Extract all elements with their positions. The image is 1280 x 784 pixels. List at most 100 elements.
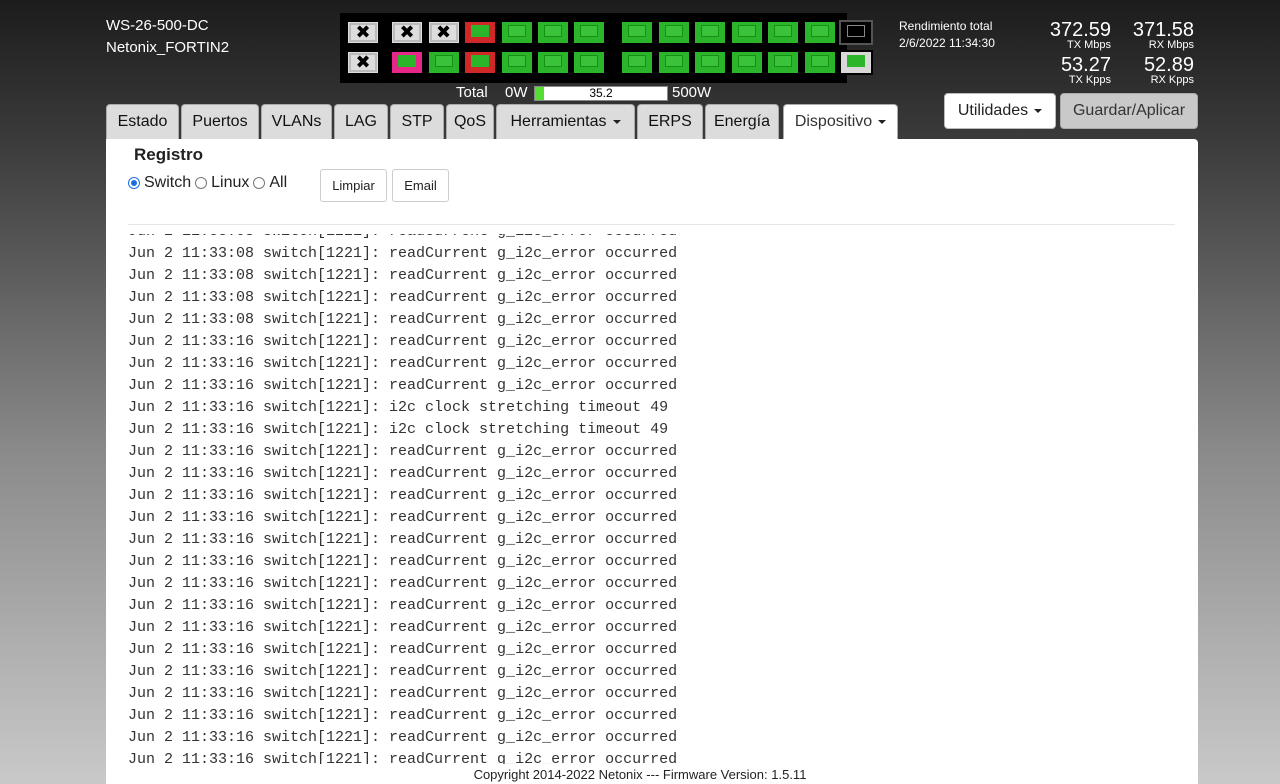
port-top-6[interactable] [536, 20, 570, 45]
port-top-9[interactable] [656, 20, 691, 45]
port-bottom-6[interactable] [536, 50, 570, 75]
tab-dispositivo[interactable]: Dispositivo [783, 104, 898, 140]
port-disabled-icon: ✖ [399, 22, 415, 43]
port-top-7[interactable] [572, 20, 606, 45]
radio-linux-label[interactable]: Linux [211, 174, 249, 192]
email-button[interactable]: Email [392, 169, 449, 202]
tab-puertos[interactable]: Puertos [181, 104, 259, 139]
port-disabled-icon: ✖ [355, 22, 371, 43]
log-line: Jun 2 11:33:16 switch[1221]: readCurrent… [128, 685, 678, 702]
log-line: Jun 2 11:33:16 switch[1221]: readCurrent… [128, 443, 678, 460]
port-bottom-3[interactable] [426, 50, 461, 75]
chevron-down-icon [1034, 108, 1043, 113]
log-source-radios: Switch Linux All [128, 174, 291, 192]
radio-linux[interactable] [195, 177, 208, 189]
power-total-label: Total [456, 84, 488, 101]
port-top-10[interactable] [693, 20, 727, 45]
port-bottom-9[interactable] [656, 50, 691, 75]
log-line: Jun 2 11:33:08 switch[1221]: readCurrent… [128, 234, 677, 243]
divider [128, 224, 1175, 225]
log-line: Jun 2 11:33:16 switch[1221]: readCurrent… [128, 487, 678, 504]
tx-mbps-value: 372.59 [1049, 19, 1111, 41]
log-lines: Jun 2 11:33:08 switch[1221]: readCurrent… [128, 234, 677, 764]
port-bottom-14[interactable] [839, 50, 873, 75]
log-line: Jun 2 11:33:16 switch[1221]: readCurrent… [128, 729, 678, 746]
port-bottom-7[interactable] [572, 50, 606, 75]
port-bottom-4[interactable] [463, 50, 497, 75]
rx-kpps-stat: 52.89 RX Kpps [1114, 55, 1194, 86]
clear-button[interactable]: Limpiar [320, 169, 387, 202]
radio-switch-label[interactable]: Switch [144, 174, 191, 192]
port-panel: ✖ ✖ ✖ ✖ [340, 13, 873, 83]
port-top-2[interactable]: ✖ [390, 20, 424, 45]
port-bottom-2[interactable] [390, 50, 424, 75]
device-info: WS-26-500-DC Netonix_FORTIN2 [106, 15, 229, 59]
port-bottom-13[interactable] [802, 50, 837, 75]
port-top-1[interactable]: ✖ [346, 20, 380, 45]
port-bottom-8[interactable] [620, 50, 654, 75]
tab-energia[interactable]: Energía [705, 104, 779, 139]
port-top-3[interactable]: ✖ [426, 20, 461, 45]
port-bottom-1[interactable]: ✖ [346, 50, 380, 75]
log-line: Jun 2 11:33:16 switch[1221]: readCurrent… [128, 377, 678, 394]
tab-stp[interactable]: STP [390, 104, 444, 139]
log-line: Jun 2 11:33:16 switch[1221]: readCurrent… [128, 597, 678, 614]
utilities-dropdown[interactable]: Utilidades [944, 93, 1056, 129]
utilities-label: Utilidades [957, 102, 1029, 119]
port-bottom-10[interactable] [693, 50, 727, 75]
log-line: Jun 2 11:33:16 switch[1221]: readCurrent… [128, 663, 678, 680]
tab-herramientas[interactable]: Herramientas [496, 104, 635, 139]
log-line: Jun 2 11:33:16 switch[1221]: readCurrent… [128, 641, 678, 658]
log-line: Jun 2 11:33:16 switch[1221]: readCurrent… [128, 531, 678, 548]
tab-lag[interactable]: LAG [334, 104, 388, 139]
port-top-5[interactable] [499, 20, 534, 45]
port-top-8[interactable] [620, 20, 654, 45]
radio-switch[interactable] [128, 177, 140, 189]
rx-mbps-unit: RX Mbps [1148, 39, 1194, 51]
tab-erps[interactable]: ERPS [637, 104, 703, 139]
radio-all-label[interactable]: All [269, 174, 287, 192]
tx-kpps-unit: TX Kpps [1068, 74, 1111, 86]
port-top-11[interactable] [729, 20, 764, 45]
tx-mbps-unit: TX Mbps [1066, 39, 1111, 51]
save-apply-button[interactable]: Guardar/Aplicar [1060, 93, 1198, 129]
log-line: Jun 2 11:33:08 switch[1221]: readCurrent… [128, 289, 678, 306]
log-line: Jun 2 11:33:16 switch[1221]: readCurrent… [128, 333, 678, 350]
port-top-14[interactable] [839, 20, 873, 45]
log-output[interactable]: Jun 2 11:33:08 switch[1221]: readCurrent… [128, 234, 1178, 764]
rx-kpps-unit: RX Kpps [1150, 74, 1194, 86]
tab-vlans[interactable]: VLANs [261, 104, 332, 139]
port-top-4[interactable] [463, 20, 497, 45]
chevron-down-icon [612, 119, 621, 124]
tab-herramientas-label: Herramientas [510, 113, 607, 130]
log-line: Jun 2 11:33:08 switch[1221]: readCurrent… [128, 245, 678, 262]
radio-all[interactable] [253, 177, 266, 189]
tx-kpps-stat: 53.27 TX Kpps [1031, 55, 1111, 86]
tx-kpps-value: 53.27 [1060, 54, 1111, 76]
power-bar: 35.2 [534, 86, 668, 101]
log-title: Registro [134, 145, 203, 164]
port-top-12[interactable] [766, 20, 800, 45]
log-line: Jun 2 11:33:08 switch[1221]: readCurrent… [128, 311, 678, 328]
port-bottom-12[interactable] [766, 50, 800, 75]
port-disabled-icon: ✖ [435, 22, 452, 43]
power-min-label: 0W [505, 84, 528, 101]
tab-estado[interactable]: Estado [106, 104, 179, 139]
device-model: WS-26-500-DC [106, 17, 209, 34]
log-line: Jun 2 11:33:16 switch[1221]: readCurrent… [128, 553, 678, 570]
port-bottom-5[interactable] [499, 50, 534, 75]
log-line: Jun 2 11:33:08 switch[1221]: readCurrent… [128, 267, 678, 284]
log-line: Jun 2 11:33:16 switch[1221]: readCurrent… [128, 355, 678, 372]
tab-qos[interactable]: QoS [446, 104, 494, 139]
port-bottom-11[interactable] [729, 50, 764, 75]
log-line: Jun 2 11:33:16 switch[1221]: readCurrent… [128, 509, 678, 526]
log-line: Jun 2 11:33:16 switch[1221]: readCurrent… [128, 751, 678, 764]
tab-dispositivo-label: Dispositivo [794, 113, 873, 130]
throughput-info: Rendimiento total 2/6/2022 11:34:30 [899, 18, 995, 52]
port-disabled-icon: ✖ [355, 52, 371, 73]
rx-mbps-value: 371.58 [1132, 19, 1194, 41]
chevron-down-icon [878, 119, 887, 124]
log-line: Jun 2 11:33:16 switch[1221]: readCurrent… [128, 465, 678, 482]
port-top-13[interactable] [802, 20, 837, 45]
log-line: Jun 2 11:33:16 switch[1221]: i2c clock s… [128, 421, 669, 438]
